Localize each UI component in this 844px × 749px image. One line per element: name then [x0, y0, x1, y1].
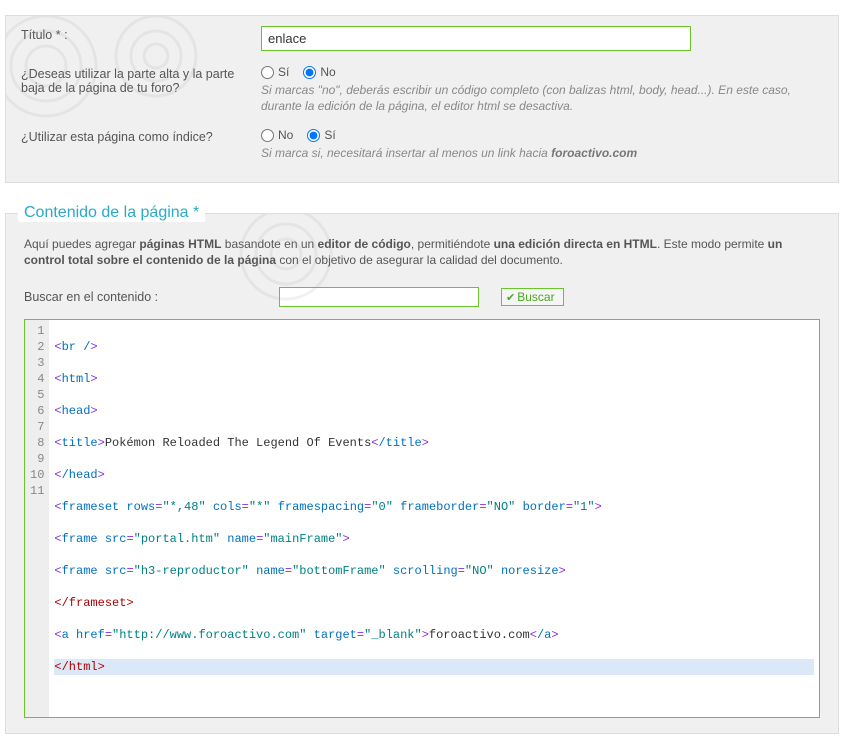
code-editor[interactable]: 1234567891011 <br /> <html> <head> <titl…	[24, 319, 820, 718]
check-icon: ✔	[506, 291, 515, 304]
line-gutter: 1234567891011	[25, 320, 49, 717]
search-button[interactable]: ✔Buscar	[501, 288, 564, 306]
code-area[interactable]: <br /> <html> <head> <title>Pokémon Relo…	[49, 320, 819, 717]
use-index-no-label: No	[278, 128, 293, 142]
settings-panel: Título * : ¿Deseas utilizar la parte alt…	[5, 15, 839, 183]
use-header-no-radio[interactable]	[303, 66, 316, 79]
use-header-no-label: No	[320, 65, 335, 79]
use-index-yes-radio[interactable]	[307, 129, 320, 142]
use-header-hint: Si marcas "no", deberás escribir un códi…	[261, 82, 823, 114]
content-section: Contenido de la página * Aquí puedes agr…	[5, 213, 839, 735]
use-index-no-radio[interactable]	[261, 129, 274, 142]
use-index-question: ¿Utilizar esta página como índice?	[21, 128, 261, 144]
use-header-question: ¿Deseas utilizar la parte alta y la part…	[21, 65, 261, 95]
search-input[interactable]	[279, 287, 479, 307]
search-label: Buscar en el contenido :	[24, 290, 279, 304]
use-index-yes-label: Sí	[324, 128, 335, 142]
use-index-hint: Si marca si, necesitará insertar al meno…	[261, 145, 823, 161]
use-header-yes-label: Sí	[278, 65, 289, 79]
title-input[interactable]	[261, 26, 691, 51]
intro-text: Aquí puedes agregar páginas HTML basando…	[24, 236, 820, 270]
title-label: Título * :	[21, 26, 261, 42]
use-header-yes-radio[interactable]	[261, 66, 274, 79]
